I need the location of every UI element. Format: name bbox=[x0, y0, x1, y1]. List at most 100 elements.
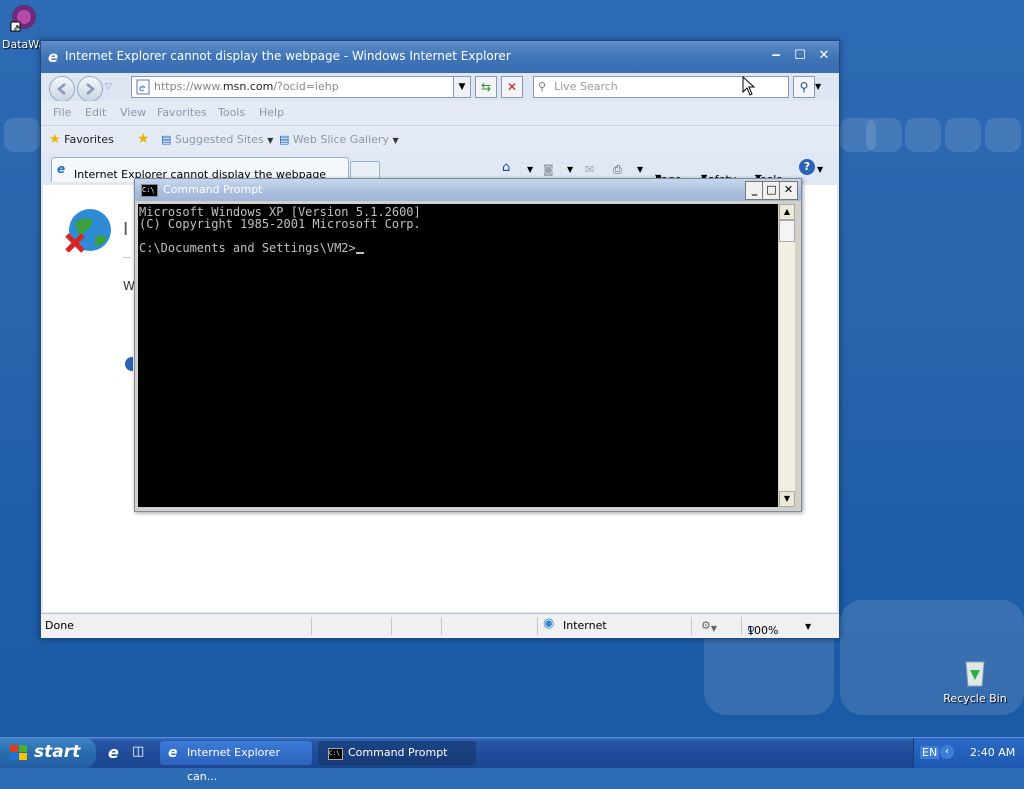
menu-view[interactable]: View bbox=[120, 106, 146, 119]
maximize-button[interactable]: ☐ bbox=[789, 47, 811, 65]
svg-text:↗: ↗ bbox=[13, 23, 20, 32]
quicklaunch-desktop-icon[interactable]: ◫ bbox=[132, 744, 144, 759]
address-row: ▽ e https://www.msn.com/?ocid=iehp ▼ ⇆ ✕… bbox=[41, 73, 839, 102]
web-slice-gallery-button[interactable]: ▤ Web Slice Gallery ▼ bbox=[279, 133, 399, 146]
desktop-icon-recycle-bin[interactable]: Recycle Bin bbox=[940, 656, 1010, 705]
task-ie-label: Internet Explorer can... bbox=[187, 746, 280, 783]
windows-flag-icon bbox=[10, 745, 28, 766]
start-button[interactable]: start bbox=[0, 738, 96, 768]
cmd-window: C:\ Command Prompt _ □ ✕ Microsoft Windo… bbox=[134, 178, 802, 512]
add-to-favorites-bar-icon[interactable]: ★ bbox=[137, 131, 150, 147]
cmd-scrollbar[interactable]: ▲ ▼ bbox=[779, 204, 795, 507]
task-cmd[interactable]: C:\ Command Prompt bbox=[318, 741, 476, 765]
desktop-decoration bbox=[985, 118, 1021, 152]
refresh-button[interactable]: ⇆ bbox=[475, 76, 497, 98]
status-separator bbox=[441, 617, 442, 635]
svg-text:e: e bbox=[48, 49, 58, 65]
cmd-title: Command Prompt bbox=[163, 183, 263, 196]
address-text: https://www.msn.com/?ocid=iehp bbox=[154, 80, 339, 93]
close-button[interactable]: ✕ bbox=[813, 47, 835, 65]
start-label: start bbox=[34, 742, 81, 762]
back-button[interactable] bbox=[49, 76, 75, 102]
status-separator bbox=[537, 617, 538, 635]
desktop-icon-datawa[interactable]: ↗ DataWa bbox=[0, 2, 48, 51]
console-prompt-line: C:\Documents and Settings\VM2> bbox=[139, 242, 778, 254]
scroll-down-button[interactable]: ▼ bbox=[779, 491, 795, 507]
feeds-icon[interactable]: ◙ bbox=[543, 163, 554, 176]
print-dropdown[interactable]: ▼ bbox=[637, 165, 643, 174]
ie-title: Internet Explorer cannot display the web… bbox=[65, 49, 511, 63]
language-indicator[interactable]: EN bbox=[920, 746, 940, 759]
suggested-sites-label: Suggested Sites bbox=[174, 133, 264, 146]
web-slice-gallery-label: Web Slice Gallery bbox=[292, 133, 389, 146]
quicklaunch-ie-icon[interactable]: e bbox=[108, 743, 119, 762]
menu-help[interactable]: Help bbox=[259, 106, 284, 119]
status-separator bbox=[391, 617, 392, 635]
task-ie[interactable]: e Internet Explorer can... bbox=[160, 741, 312, 783]
desktop-decoration bbox=[4, 118, 40, 152]
more-info-icon bbox=[125, 357, 133, 371]
home-dropdown[interactable]: ▼ bbox=[527, 165, 533, 174]
desktop-decoration bbox=[866, 118, 902, 152]
forward-button[interactable] bbox=[77, 76, 103, 102]
menu-tools[interactable]: Tools bbox=[218, 106, 245, 119]
help-icon[interactable]: ? bbox=[799, 159, 815, 175]
status-separator bbox=[741, 617, 742, 635]
task-cmd-icon: C:\ bbox=[328, 748, 343, 760]
scroll-thumb[interactable] bbox=[779, 220, 795, 242]
cmd-titlebar[interactable]: C:\ Command Prompt _ □ ✕ bbox=[135, 179, 801, 201]
cmd-icon: C:\ bbox=[141, 184, 158, 197]
address-dropdown-button[interactable]: ▼ bbox=[453, 77, 470, 97]
zoom-dropdown[interactable]: ▼ bbox=[805, 622, 811, 631]
status-bar: Done ◉ Internet ⚙ ▼ ⚲ 100% ▼ bbox=[41, 613, 839, 638]
menu-favorites[interactable]: Favorites bbox=[157, 106, 207, 119]
console-line: (C) Copyright 1985-2001 Microsoft Corp. bbox=[139, 217, 421, 231]
desktop-decoration bbox=[905, 118, 941, 152]
datawa-icon: ↗ bbox=[9, 2, 39, 32]
task-cmd-label: Command Prompt bbox=[348, 746, 448, 759]
console-cursor bbox=[355, 252, 364, 254]
address-bar[interactable]: e https://www.msn.com/?ocid=iehp ▼ bbox=[131, 76, 471, 98]
clock[interactable]: 2:40 AM bbox=[970, 746, 1015, 759]
svg-text:e: e bbox=[139, 83, 145, 94]
ie-logo-icon: e bbox=[47, 48, 63, 68]
print-icon[interactable]: ⎙ bbox=[613, 163, 622, 177]
suggested-sites-button[interactable]: ▤ Suggested Sites ▼ bbox=[161, 133, 273, 146]
protected-mode-icon[interactable]: ⚙ ▼ bbox=[701, 619, 717, 633]
minimize-button[interactable]: ‒ bbox=[765, 47, 787, 65]
search-button[interactable]: ⚲ bbox=[793, 76, 815, 98]
task-ie-icon: e bbox=[168, 745, 178, 761]
suggested-sites-icon: ▤ bbox=[161, 133, 172, 146]
tab-ie-icon: e bbox=[57, 162, 66, 176]
recycle-bin-icon bbox=[959, 656, 991, 688]
scroll-up-button[interactable]: ▲ bbox=[779, 204, 795, 220]
cmd-close-button[interactable]: ✕ bbox=[779, 181, 798, 200]
home-icon[interactable]: ⌂ bbox=[502, 160, 510, 175]
zone-label[interactable]: Internet bbox=[563, 619, 607, 632]
search-placeholder: Live Search bbox=[554, 80, 618, 93]
mouse-cursor-icon bbox=[742, 75, 756, 99]
favorites-button[interactable]: ★ Favorites bbox=[49, 132, 114, 147]
feeds-dropdown[interactable]: ▼ bbox=[567, 165, 573, 174]
page-icon: e bbox=[136, 79, 150, 102]
favorites-label: Favorites bbox=[64, 133, 114, 146]
menu-bar: File Edit View Favorites Tools Help bbox=[41, 101, 839, 125]
ie-titlebar[interactable]: e Internet Explorer cannot display the w… bbox=[41, 41, 839, 73]
internet-zone-icon: ◉ bbox=[543, 616, 555, 631]
zoom-level: 100% bbox=[747, 624, 779, 637]
help-dropdown[interactable]: ▼ bbox=[817, 165, 823, 174]
recent-pages-dropdown[interactable]: ▽ bbox=[105, 82, 112, 92]
favorites-bar: ★ Favorites ★ ▤ Suggested Sites ▼ ▤ Web … bbox=[41, 125, 839, 154]
cmd-console[interactable]: Microsoft Windows XP [Version 5.1.2600] … bbox=[138, 204, 778, 507]
menu-file[interactable]: File bbox=[53, 106, 71, 119]
read-mail-icon[interactable]: ✉ bbox=[585, 163, 594, 176]
tray-collapse-icon[interactable]: ‹ bbox=[940, 745, 954, 759]
taskbar: start e ◫ e Internet Explorer can... C:\… bbox=[0, 737, 1024, 783]
status-separator bbox=[311, 617, 312, 635]
system-tray: EN ‹ 2:40 AM bbox=[913, 738, 1024, 768]
menu-edit[interactable]: Edit bbox=[85, 106, 106, 119]
console-prompt: C:\Documents and Settings\VM2> bbox=[139, 241, 356, 255]
stop-button[interactable]: ✕ bbox=[501, 76, 523, 98]
search-options-dropdown[interactable]: ▼ bbox=[815, 77, 825, 97]
status-separator bbox=[691, 617, 692, 635]
